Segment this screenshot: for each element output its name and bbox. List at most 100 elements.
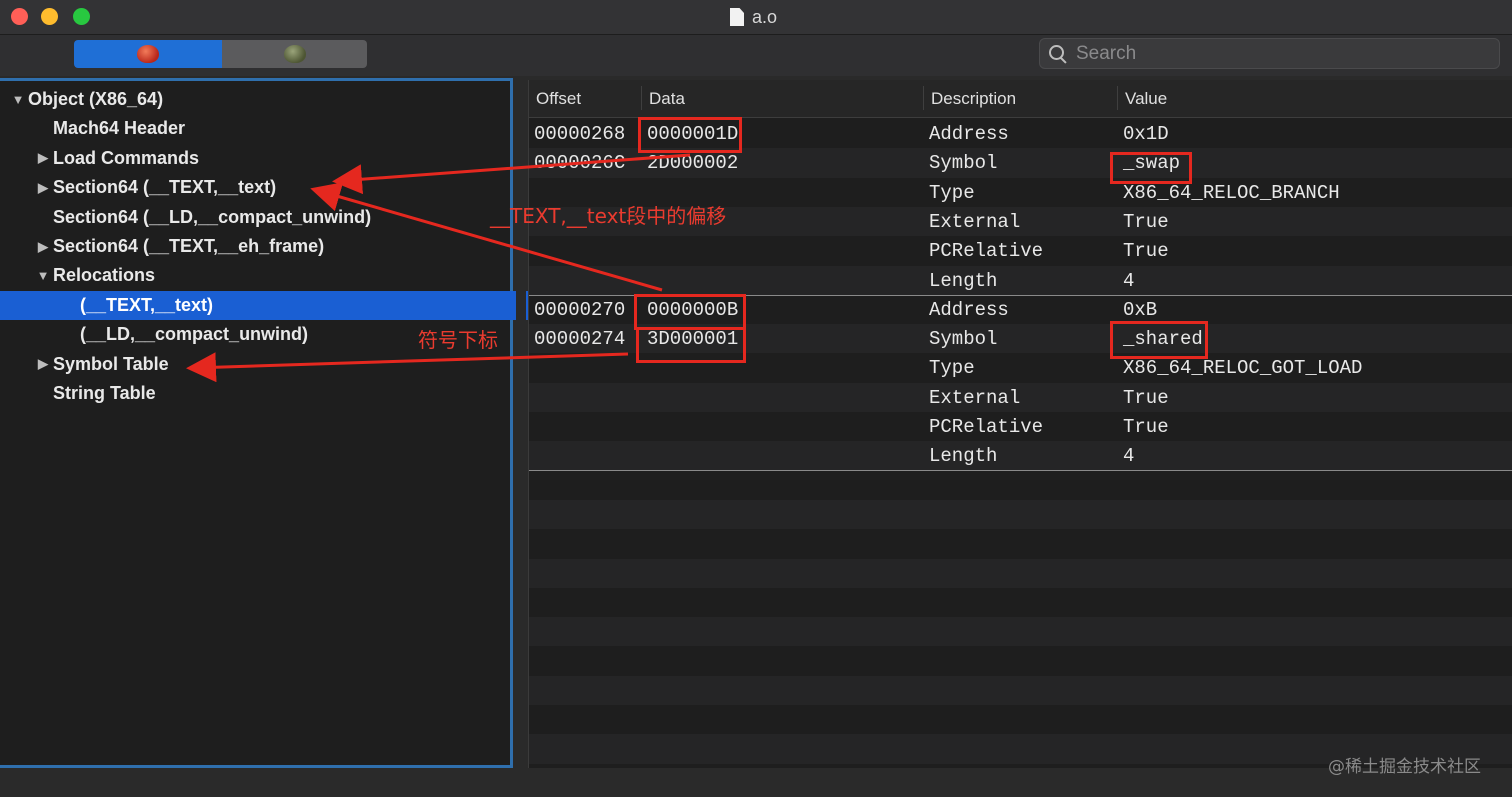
sidebar-item-label: Load Commands — [53, 147, 200, 168]
rva-view-segment[interactable] — [222, 40, 367, 68]
cell-value: 4 — [1123, 269, 1135, 292]
table-row[interactable] — [529, 675, 1512, 705]
zoom-window-button[interactable] — [73, 8, 90, 25]
cell-value: True — [1123, 210, 1169, 233]
highlight-box-data-1 — [638, 117, 742, 153]
disclosure-right-icon[interactable]: ▶ — [36, 356, 50, 372]
sidebar-item-label: Section64 (__LD,__compact_unwind) — [53, 206, 372, 227]
cell-value: True — [1123, 416, 1169, 438]
sidebar-item-label: Section64 (__TEXT,__text) — [53, 177, 277, 198]
table-row[interactable]: Length 4 — [529, 441, 1512, 471]
sidebar-item[interactable]: ▶ Load Commands — [0, 144, 546, 173]
cell-desc: Type — [929, 181, 975, 204]
cell-desc: External — [929, 386, 1021, 409]
table-row[interactable]: Length 4 — [529, 265, 1512, 295]
table-row[interactable] — [529, 588, 1512, 617]
annotation-text-offset: __TEXT,__text段中的偏移 — [490, 204, 727, 228]
sidebar-item-label: (__LD,__compact_unwind) — [80, 324, 309, 345]
close-window-button[interactable] — [11, 8, 28, 25]
table-row[interactable] — [529, 471, 1512, 500]
cell-desc: External — [929, 210, 1021, 233]
cell-offset: 00000274 — [534, 328, 626, 351]
column-header-offset[interactable]: Offset — [536, 89, 581, 109]
sidebar-item-label: Object (X86_64) — [28, 89, 164, 109]
cell-value: 0xB — [1123, 298, 1158, 321]
cell-value: X86_64_RELOC_BRANCH — [1123, 181, 1340, 204]
cell-desc: Address — [929, 123, 1009, 145]
detail-table: Offset Data Description Value 00000268 00… — [528, 80, 1512, 768]
cell-offset: 0000026C — [534, 152, 626, 175]
cell-desc: Length — [929, 445, 998, 468]
sidebar-item[interactable]: Section64 (__LD,__compact_unwind) — [0, 203, 546, 232]
red-bug-icon — [137, 45, 159, 63]
sidebar-item-label: Symbol Table — [53, 353, 169, 374]
split-view-divider[interactable] — [516, 78, 526, 768]
sidebar-item[interactable]: ▶ Section64 (__TEXT,__eh_frame) — [0, 232, 546, 261]
table-row[interactable]: PCRelative True — [529, 236, 1512, 265]
bottom-bar — [0, 769, 1512, 797]
view-mode-segmented-control — [74, 40, 367, 68]
raw-view-segment[interactable] — [74, 40, 222, 68]
title-bar: a.o — [0, 0, 1512, 35]
table-row[interactable] — [529, 646, 1512, 675]
table-header: Offset Data Description Value — [529, 80, 1512, 118]
table-row[interactable] — [529, 529, 1512, 558]
cell-desc: Symbol — [929, 152, 998, 175]
table-row[interactable] — [529, 499, 1512, 530]
table-row[interactable]: External True — [529, 382, 1512, 412]
disclosure-down-icon[interactable]: ▼ — [11, 92, 25, 107]
cell-desc: PCRelative — [929, 240, 1044, 263]
sidebar-tree: ▼ Object (X86_64) Mach64 Header ▶ Load Comma… — [0, 78, 572, 768]
cell-data: 2D000002 — [647, 152, 739, 175]
cell-value: X86_64_RELOC_GOT_LOAD — [1123, 357, 1363, 380]
table-row[interactable] — [529, 617, 1512, 647]
column-header-data[interactable]: Data — [649, 89, 685, 109]
sidebar-item-label: String Table — [53, 383, 156, 403]
sidebar-item[interactable]: ▶ Section64 (__TEXT,__text) — [0, 173, 546, 202]
column-header-description[interactable]: Description — [931, 89, 1016, 109]
sidebar-item[interactable]: Mach64 Header — [0, 114, 546, 143]
cell-value: True — [1123, 386, 1169, 409]
sidebar-item[interactable]: ▶ Symbol Table — [0, 350, 546, 379]
table-row[interactable] — [529, 705, 1512, 734]
minimize-window-button[interactable] — [41, 8, 58, 25]
sidebar-item-label: Section64 (__TEXT,__eh_frame) — [53, 236, 325, 256]
column-header-value[interactable]: Value — [1125, 89, 1167, 109]
cell-desc: PCRelative — [929, 416, 1044, 438]
sidebar-item[interactable]: (__TEXT,__text) — [0, 290, 572, 320]
table-row[interactable] — [529, 558, 1512, 588]
disclosure-right-icon[interactable]: ▶ — [36, 150, 50, 166]
green-bug-icon — [283, 45, 306, 63]
sidebar-item[interactable]: String Table — [0, 379, 546, 408]
highlight-box-data-2 — [634, 294, 746, 330]
group-separator — [529, 470, 1512, 471]
highlight-box-data-3 — [636, 327, 746, 363]
document-icon — [730, 8, 744, 26]
cell-value: True — [1123, 240, 1169, 263]
annotation-symbol-index: 符号下标 — [418, 328, 498, 352]
highlight-box-symbol-swap — [1110, 152, 1192, 184]
disclosure-right-icon[interactable]: ▶ — [36, 180, 50, 196]
sidebar-item-label: (__TEXT,__text) — [80, 294, 214, 315]
cell-offset: 00000268 — [534, 123, 626, 145]
cell-desc: Address — [929, 298, 1009, 321]
sidebar-item[interactable]: ▼ Object (X86_64) — [0, 85, 521, 114]
cell-desc: Symbol — [929, 328, 998, 351]
window-title: a.o — [730, 6, 777, 28]
cell-value: 4 — [1123, 445, 1135, 468]
sidebar-item-label: Relocations — [53, 265, 156, 286]
search-input[interactable] — [1074, 41, 1478, 66]
search-field[interactable] — [1039, 38, 1500, 69]
cell-offset: 00000270 — [534, 298, 626, 321]
sidebar-item-label: Mach64 Header — [53, 118, 186, 139]
disclosure-down-icon[interactable]: ▼ — [36, 268, 50, 283]
disclosure-right-icon[interactable]: ▶ — [36, 239, 50, 255]
highlight-box-symbol-shared — [1110, 321, 1208, 359]
cell-desc: Length — [929, 269, 998, 292]
cell-desc: Type — [929, 357, 975, 380]
window-title-text: a.o — [752, 6, 778, 27]
cell-value: 0x1D — [1123, 123, 1169, 145]
watermark: @稀土掘金技术社区 — [1328, 757, 1481, 777]
sidebar-item[interactable]: ▼ Relocations — [0, 261, 546, 290]
table-row[interactable]: PCRelative True — [529, 412, 1512, 441]
